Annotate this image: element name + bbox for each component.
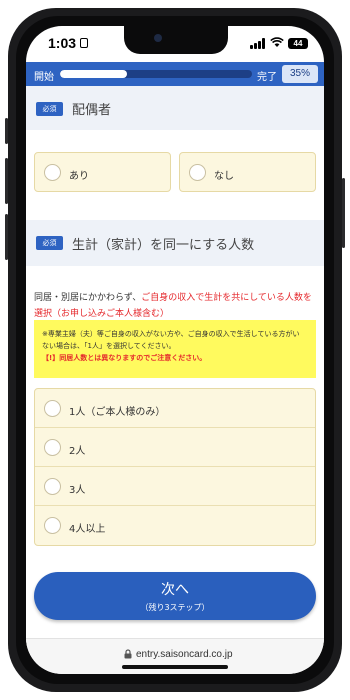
front-camera (154, 34, 162, 42)
radio-button[interactable] (44, 517, 61, 534)
household-option-label: 2人 (69, 446, 86, 457)
household-section-header: 必須 生計（家計）を同一にする人数 (26, 220, 324, 266)
radio-button[interactable] (44, 439, 61, 456)
lock-icon (124, 649, 132, 662)
description-highlight-1: ご自身の収入で生計を共にしている人数を (141, 293, 312, 303)
description-highlight-2: 選択（お申し込みご本人様含む） (34, 309, 170, 319)
status-time: 1:03 (48, 35, 77, 51)
volume-up-button (5, 158, 8, 204)
progress-start-label: 開始 (34, 72, 54, 83)
volume-down-button (5, 214, 8, 260)
description-plain: 同居・別居にかかわらず、 (34, 293, 142, 303)
household-option-1[interactable]: 1人（ご本人様のみ） (35, 389, 315, 428)
notch (124, 26, 228, 54)
radio-button[interactable] (44, 478, 61, 495)
household-option-4[interactable]: 4人以上 (35, 506, 315, 545)
wifi-icon (270, 37, 284, 51)
battery-icon: 44 (288, 38, 308, 49)
progress-bar: 開始 完了 35% (26, 62, 324, 86)
progress-end-label: 完了 (257, 72, 277, 83)
mute-switch (5, 118, 8, 144)
power-button (342, 178, 345, 248)
radio-button[interactable] (189, 164, 206, 181)
url-text: entry.saisoncard.co.jp (136, 649, 233, 660)
household-option-label: 1人（ご本人様のみ） (69, 407, 166, 418)
sim-card-icon (80, 38, 88, 48)
spouse-option-yes[interactable]: あり (34, 152, 171, 192)
next-button-sub-label: （残り3ステップ） (140, 603, 210, 612)
household-description: 同居・別居にかかわらず、ご自身の収入で生計を共にしている人数を 選択（お申し込み… (34, 290, 316, 322)
spouse-option-no-label: なし (214, 171, 234, 182)
cellular-signal-icon (250, 38, 266, 49)
required-badge: 必須 (36, 236, 63, 250)
radio-button[interactable] (44, 400, 61, 417)
household-options-list: 1人（ご本人様のみ） 2人 3人 4人以上 (34, 388, 316, 546)
progress-percent: 35% (282, 65, 318, 83)
spouse-option-no[interactable]: なし (179, 152, 316, 192)
spouse-title: 配偶者 (72, 103, 112, 118)
note-warning: 【!】同居人数とは異なりますのでご注意ください。 (42, 354, 207, 362)
next-button-label: 次へ (161, 582, 189, 598)
note-line-1: ※専業主婦（夫）等ご自身の収入がない方や、ご自身の収入で生活している方がい (42, 330, 300, 338)
household-option-3[interactable]: 3人 (35, 467, 315, 506)
note-line-2: ない場合は、「1人」を選択してください。 (42, 342, 176, 350)
spouse-section-header: 必須 配偶者 (26, 86, 324, 130)
household-title: 生計（家計）を同一にする人数 (72, 238, 255, 253)
progress-fill (60, 70, 128, 78)
status-bar: 1:03 44 (26, 26, 324, 62)
radio-button[interactable] (44, 164, 61, 181)
household-option-label: 3人 (69, 485, 86, 496)
spouse-option-yes-label: あり (69, 171, 89, 182)
household-option-2[interactable]: 2人 (35, 428, 315, 467)
next-button[interactable]: 次へ （残り3ステップ） (34, 572, 316, 620)
screen: 1:03 44 開始 完了 35% 必須 配偶者 あり なし 必須 生計（家計）… (26, 26, 324, 674)
household-note: ※専業主婦（夫）等ご自身の収入がない方や、ご自身の収入で生活している方がい ない… (34, 320, 316, 378)
household-option-label: 4人以上 (69, 524, 106, 535)
progress-track (60, 70, 252, 78)
home-indicator[interactable] (122, 665, 228, 669)
required-badge: 必須 (36, 102, 63, 116)
